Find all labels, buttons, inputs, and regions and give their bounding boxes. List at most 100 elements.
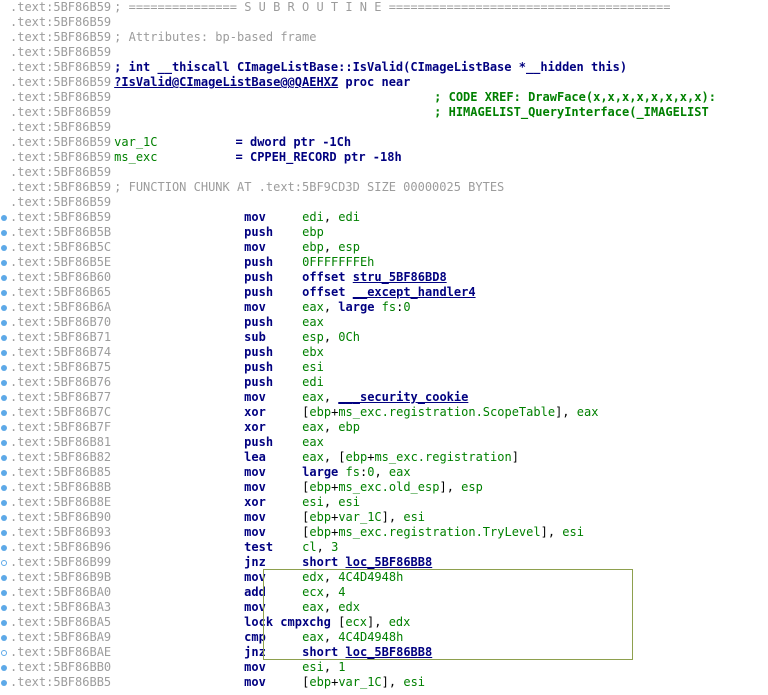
asm-line[interactable]: .text:5BF86B76pushedi	[0, 375, 768, 390]
asm-line[interactable]: .text:5BF86B75pushesi	[0, 360, 768, 375]
asm-line[interactable]: .text:5BF86B8Exoresi, esi	[0, 495, 768, 510]
address: .text:5BF86B59	[10, 30, 111, 45]
address: .text:5BF86B71	[10, 330, 111, 345]
asm-line[interactable]: .text:5BF86B59; =============== S U B R …	[0, 0, 768, 15]
var-name: ms_exc	[114, 150, 157, 164]
address: .text:5BF86BB5	[10, 675, 111, 690]
asm-line[interactable]: .text:5BF86B59; FUNCTION CHUNK AT .text:…	[0, 180, 768, 195]
asm-line[interactable]: .text:5BF86B59	[0, 120, 768, 135]
mnemonic: mov	[244, 600, 302, 615]
mnemonic: mov	[244, 240, 302, 255]
asm-line[interactable]: .text:5BF86B59var_1C= dword ptr -1Ch	[0, 135, 768, 150]
address: .text:5BF86B82	[10, 450, 111, 465]
mnemonic: push	[244, 270, 302, 285]
mnemonic: lock cmpxchg	[244, 615, 338, 629]
address: .text:5BF86BAE	[10, 645, 111, 660]
asm-line[interactable]: .text:5BF86B59	[0, 195, 768, 210]
address: .text:5BF86B59	[10, 45, 111, 60]
mnemonic: push	[244, 360, 302, 375]
address: .text:5BF86B59	[10, 105, 111, 120]
asm-line[interactable]: .text:5BF86B74pushebx	[0, 345, 768, 360]
asm-line[interactable]: .text:5BF86B90mov[ebp+var_1C], esi	[0, 510, 768, 525]
address: .text:5BF86B59	[10, 210, 111, 225]
asm-line[interactable]: .text:5BF86B59ms_exc= CPPEH_RECORD ptr -…	[0, 150, 768, 165]
address: .text:5BF86B59	[10, 195, 111, 210]
mnemonic: xor	[244, 495, 302, 510]
asm-line[interactable]: .text:5BF86B59	[0, 165, 768, 180]
asm-line[interactable]: .text:5BF86B59; CODE XREF: DrawFace(x,x,…	[0, 90, 768, 105]
asm-line[interactable]: .text:5BF86B60pushoffset stru_5BF86BD8	[0, 270, 768, 285]
mnemonic: add	[244, 585, 302, 600]
asm-line[interactable]: .text:5BF86B82leaeax, [ebp+ms_exc.regist…	[0, 450, 768, 465]
address: .text:5BF86B96	[10, 540, 111, 555]
mnemonic: push	[244, 285, 302, 300]
address: .text:5BF86B93	[10, 525, 111, 540]
address: .text:5BF86B7C	[10, 405, 111, 420]
mnemonic: push	[244, 225, 302, 240]
asm-line[interactable]: .text:5BF86BA3moveax, edx	[0, 600, 768, 615]
mnemonic: push	[244, 435, 302, 450]
asm-line[interactable]: .text:5BF86B77moveax, ___security_cookie	[0, 390, 768, 405]
asm-line[interactable]: .text:5BF86B6Amoveax, large fs:0	[0, 300, 768, 315]
mnemonic: mov	[244, 300, 302, 315]
asm-line[interactable]: .text:5BF86B59?IsValid@CImageListBase@@Q…	[0, 75, 768, 90]
asm-line[interactable]: .text:5BF86B5Epush0FFFFFFFEh	[0, 255, 768, 270]
mnemonic: xor	[244, 420, 302, 435]
address: .text:5BF86B8B	[10, 480, 111, 495]
asm-line[interactable]: .text:5BF86B81pusheax	[0, 435, 768, 450]
asm-line[interactable]: .text:5BF86BB5mov[ebp+var_1C], esi	[0, 675, 768, 690]
asm-line[interactable]: .text:5BF86BA9cmpeax, 4C4D4948h	[0, 630, 768, 645]
asm-line[interactable]: .text:5BF86B99jnzshort loc_5BF86BB8	[0, 555, 768, 570]
asm-line[interactable]: .text:5BF86BAEjnzshort loc_5BF86BB8	[0, 645, 768, 660]
mnemonic: jnz	[244, 645, 302, 660]
mnemonic: cmp	[244, 630, 302, 645]
asm-line[interactable]: .text:5BF86B65pushoffset __except_handle…	[0, 285, 768, 300]
asm-line[interactable]: .text:5BF86B71subesp, 0Ch	[0, 330, 768, 345]
mnemonic: mov	[244, 660, 302, 675]
asm-line[interactable]: .text:5BF86BA0addecx, 4	[0, 585, 768, 600]
asm-line[interactable]: .text:5BF86B59	[0, 45, 768, 60]
asm-line[interactable]: .text:5BF86B9Bmovedx, 4C4D4948h	[0, 570, 768, 585]
asm-line[interactable]: .text:5BF86BA5lock cmpxchg [ecx], edx	[0, 615, 768, 630]
asm-line[interactable]: .text:5BF86B70pusheax	[0, 315, 768, 330]
var-name: var_1C	[114, 135, 157, 149]
comment: ; FUNCTION CHUNK AT .text:5BF9CD3D SIZE …	[114, 180, 504, 194]
asm-line[interactable]: .text:5BF86B5Bpushebp	[0, 225, 768, 240]
asm-line[interactable]: .text:5BF86B5Cmovebp, esp	[0, 240, 768, 255]
address: .text:5BF86B85	[10, 465, 111, 480]
asm-line[interactable]: .text:5BF86B7Cxor[ebp+ms_exc.registratio…	[0, 405, 768, 420]
asm-line[interactable]: .text:5BF86B7Fxoreax, ebp	[0, 420, 768, 435]
address: .text:5BF86B59	[10, 180, 111, 195]
address: .text:5BF86B70	[10, 315, 111, 330]
asm-line[interactable]: .text:5BF86BB0movesi, 1	[0, 660, 768, 675]
address: .text:5BF86B90	[10, 510, 111, 525]
asm-line[interactable]: .text:5BF86B93mov[ebp+ms_exc.registratio…	[0, 525, 768, 540]
address: .text:5BF86B77	[10, 390, 111, 405]
signature: ; int __thiscall CImageListBase::IsValid…	[114, 60, 627, 74]
mnemonic: mov	[244, 210, 302, 225]
address: .text:5BF86B5B	[10, 225, 111, 240]
address: .text:5BF86B60	[10, 270, 111, 285]
address: .text:5BF86B59	[10, 165, 111, 180]
address: .text:5BF86B59	[10, 0, 111, 15]
asm-line[interactable]: .text:5BF86B85movlarge fs:0, eax	[0, 465, 768, 480]
asm-line[interactable]: .text:5BF86B59; Attributes: bp-based fra…	[0, 30, 768, 45]
address: .text:5BF86B99	[10, 555, 111, 570]
address: .text:5BF86B8E	[10, 495, 111, 510]
mnemonic: push	[244, 375, 302, 390]
mnemonic: sub	[244, 330, 302, 345]
address: .text:5BF86B59	[10, 135, 111, 150]
asm-line[interactable]: .text:5BF86B96testcl, 3	[0, 540, 768, 555]
asm-line[interactable]: .text:5BF86B59movedi, edi	[0, 210, 768, 225]
asm-line[interactable]: .text:5BF86B59; HIMAGELIST_QueryInterfac…	[0, 105, 768, 120]
address: .text:5BF86B74	[10, 345, 111, 360]
address: .text:5BF86B7F	[10, 420, 111, 435]
address: .text:5BF86B5C	[10, 240, 111, 255]
address: .text:5BF86B76	[10, 375, 111, 390]
mnemonic: jnz	[244, 555, 302, 570]
asm-line[interactable]: .text:5BF86B59	[0, 15, 768, 30]
asm-line[interactable]: .text:5BF86B59; int __thiscall CImageLis…	[0, 60, 768, 75]
address: .text:5BF86B6A	[10, 300, 111, 315]
mnemonic: test	[244, 540, 302, 555]
asm-line[interactable]: .text:5BF86B8Bmov[ebp+ms_exc.old_esp], e…	[0, 480, 768, 495]
